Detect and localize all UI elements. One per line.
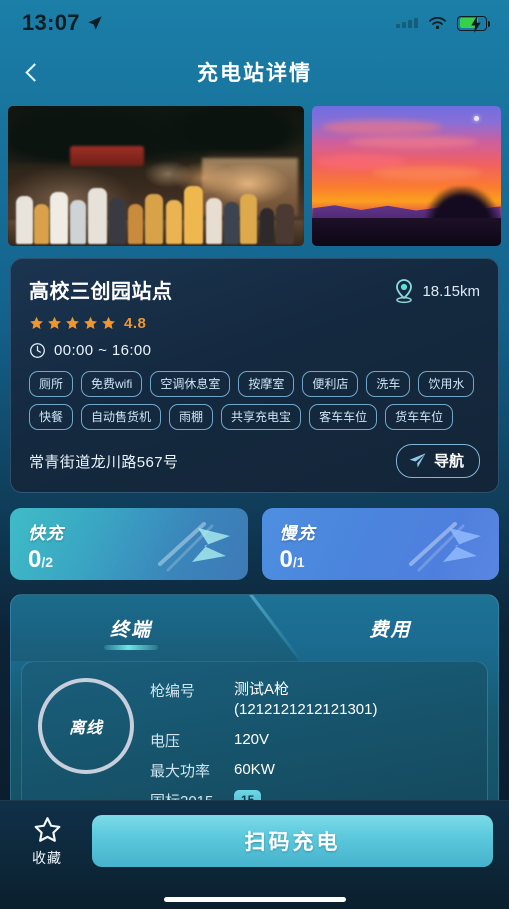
photo-gallery (8, 106, 501, 246)
amenity-tag: 洗车 (366, 371, 411, 397)
scan-charge-button[interactable]: 扫码充电 (92, 815, 493, 867)
distance-group: 18.15km (393, 275, 480, 304)
send-icon (409, 453, 426, 468)
fast-charge-available: 0 (28, 546, 42, 573)
amenity-tag: 饮用水 (418, 371, 475, 397)
field-value: 120V (234, 730, 270, 748)
page-title: 充电站详情 (197, 62, 312, 85)
terminal-field-voltage: 电压 120V (150, 730, 473, 751)
amenity-tag: 自动售货机 (81, 404, 162, 430)
rating-row: 4.8 (29, 315, 480, 332)
charging-gun-icon (409, 522, 481, 572)
field-label: 枪编号 (150, 683, 196, 700)
sunset-photo[interactable] (312, 106, 501, 246)
star-icon (84, 316, 97, 330)
station-header: 高校三创园站点 18.15km (29, 275, 480, 304)
signal-dots-icon (396, 18, 418, 28)
amenity-tag: 便利店 (302, 371, 359, 397)
tab-fee-label: 费用 (369, 619, 412, 641)
amenity-tags: 厕所 免费wifi 空调休息室 按摩室 便利店 洗车 饮用水 快餐 自动售货机 … (29, 371, 480, 430)
field-value: 测试A枪 (1212121212121301) (234, 681, 378, 719)
night-market-photo[interactable] (8, 106, 304, 246)
clock-icon (30, 343, 45, 358)
station-name: 高校三创园站点 (29, 281, 173, 303)
amenity-tag: 货车车位 (385, 404, 454, 430)
amenity-tag: 雨棚 (169, 404, 214, 430)
status-time: 13:07 (22, 10, 80, 35)
distance-text: 18.15km (422, 282, 480, 300)
star-icon (30, 316, 43, 330)
amenity-tag: 快餐 (29, 404, 74, 430)
tab-terminal-label: 终端 (103, 615, 159, 650)
amenity-tag: 空调休息室 (150, 371, 231, 397)
amenity-tag: 免费wifi (81, 371, 143, 397)
terminal-field-gun: 枪编号 测试A枪 (1212121212121301) (150, 680, 473, 721)
star-icon (48, 316, 61, 330)
amenity-tag: 共享充电宝 (221, 404, 302, 430)
amenity-tag: 厕所 (29, 371, 74, 397)
app-screen: 13:07 充电站详情 高校三创园站点 18.15km 4.8 00:00 ~ … (0, 0, 509, 909)
tab-terminal[interactable]: 终端 (11, 595, 251, 661)
fast-charge-card[interactable]: 快充 0/2 (10, 508, 248, 580)
navigate-button[interactable]: 导航 (395, 444, 480, 478)
back-button[interactable] (14, 46, 54, 98)
address-text: 常青街道龙川路567号 (29, 453, 179, 471)
slow-charge-available: 0 (279, 546, 293, 573)
status-bar-left: 13:07 (22, 10, 103, 36)
bottom-action-bar: 收藏 扫码充电 (0, 800, 509, 909)
tab-fee[interactable]: 费用 (283, 595, 498, 661)
slow-charge-card[interactable]: 慢充 0/1 (261, 508, 499, 580)
terminal-field-power: 最大功率 60KW (150, 760, 473, 781)
field-label: 最大功率 (150, 762, 211, 780)
star-outline-icon (34, 817, 60, 842)
star-icon (66, 316, 79, 330)
favorite-button[interactable]: 收藏 (16, 815, 78, 868)
chevron-left-icon (24, 62, 44, 82)
hours-row: 00:00 ~ 16:00 (29, 342, 480, 359)
favorite-label: 收藏 (32, 850, 62, 866)
terminal-fields: 枪编号 测试A枪 (1212121212121301) 电压 120V 最大功率… (150, 678, 473, 820)
star-icon (102, 316, 115, 330)
station-info-card: 高校三创园站点 18.15km 4.8 00:00 ~ 16:00 厕所 免费w… (10, 258, 499, 493)
status-bar-right (396, 15, 490, 33)
amenity-tag: 按摩室 (238, 371, 295, 397)
nav-bar: 充电站详情 (0, 46, 509, 98)
home-indicator (163, 897, 346, 902)
scan-charge-label: 扫码充电 (244, 831, 341, 854)
field-value: 60KW (234, 760, 275, 778)
fast-charge-total: /2 (41, 554, 54, 570)
terminal-status-ring: 离线 (38, 678, 134, 774)
status-bar: 13:07 (0, 0, 509, 46)
amenity-tag: 客车车位 (309, 404, 378, 430)
tab-bar: 终端 费用 (11, 595, 498, 661)
slow-charge-total: /1 (292, 554, 305, 570)
wifi-icon (429, 16, 446, 29)
address-row: 常青街道龙川路567号 导航 (29, 444, 480, 478)
battery-charging-icon (457, 15, 490, 33)
terminal-status: 离线 (68, 720, 103, 737)
field-label: 电压 (150, 732, 181, 750)
charging-gun-icon (157, 522, 230, 572)
location-arrow-icon (88, 16, 102, 30)
charge-summary-row: 快充 0/2 慢充 0/1 (10, 508, 499, 580)
location-pin-icon (396, 279, 413, 304)
rating-value: 4.8 (124, 315, 147, 332)
hours-text: 00:00 ~ 16:00 (54, 342, 152, 359)
star-speck (474, 116, 479, 121)
navigate-label: 导航 (433, 453, 464, 470)
star-rating (29, 316, 116, 331)
